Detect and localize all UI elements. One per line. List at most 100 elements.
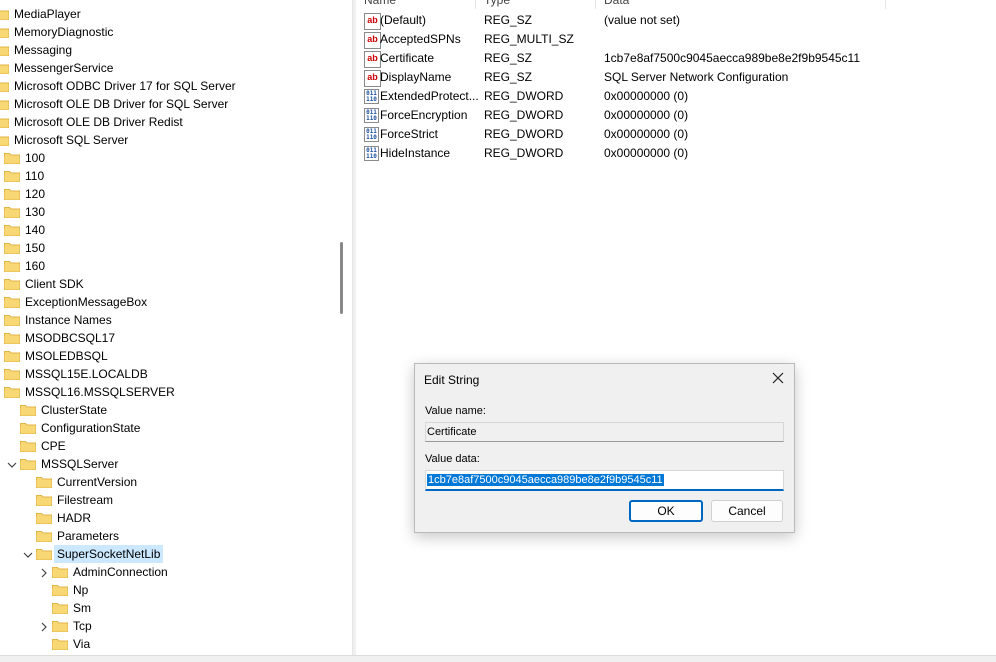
tree-item-label: 150 [25,241,46,255]
cancel-button[interactable]: Cancel [711,500,783,522]
tree-item[interactable]: HADR [0,509,340,527]
tree-item[interactable]: Via [0,635,340,653]
tree-item-label: Filestream [57,493,114,507]
column-header-name[interactable]: Name [356,0,476,9]
tree-item-label: 100 [25,151,46,165]
tree-item-label: ConfigurationState [41,421,141,435]
folder-icon [0,44,9,56]
column-header-data[interactable]: Data [596,0,886,9]
value-row[interactable]: ab AcceptedSPNs REG_MULTI_SZ [356,30,996,49]
binary-value-icon: 011 110 [364,89,379,104]
tree-item-label: 120 [25,187,46,201]
value-name: AcceptedSPNs [380,32,461,46]
dialog-title: Edit String [424,373,480,387]
tree-item-label: Client SDK [25,277,84,291]
value-data: SQL Server Network Configuration [604,70,789,84]
tree-item[interactable]: MSODBCSQL17 [0,329,340,347]
value-data-label: Value data: [425,453,480,465]
value-name: Certificate [380,51,435,65]
value-row[interactable]: 011 110 ExtendedProtect... REG_DWORD 0x00000… [356,87,996,106]
folder-icon [4,188,20,200]
folder-icon [0,80,9,92]
column-header-type[interactable]: Type [476,0,596,9]
tree-item[interactable]: 150 [0,239,340,257]
tree-item[interactable]: Instance Names [0,311,340,329]
tree-item[interactable]: AdminConnection [0,563,340,581]
tree-item-label: MSOLEDBSQL [25,349,108,363]
tree-item[interactable]: CurrentVersion [0,473,340,491]
tree-item-label: ClusterState [41,403,108,417]
registry-key-tree[interactable]: MediaPlayer MemoryDiagnostic Messaging Mess… [0,0,352,661]
chevron-right-icon[interactable] [39,620,49,632]
close-icon[interactable] [770,370,786,386]
tree-item[interactable]: SuperSocketNetLib [0,545,340,563]
value-data: 0x00000000 (0) [604,146,689,160]
value-row[interactable]: 011 110 ForceStrict REG_DWORD 0x00000000 (0) [356,125,996,144]
folder-icon [0,62,9,74]
tree-scrollbar-thumb[interactable] [340,242,343,314]
value-type: REG_SZ [484,70,533,84]
folder-icon [0,116,9,128]
tree-item[interactable]: MSOLEDBSQL [0,347,340,365]
tree-item[interactable]: MSSQL16.MSSQLSERVER [0,383,340,401]
folder-icon [4,170,20,182]
value-name: ForceStrict [380,127,439,141]
folder-icon [4,386,20,398]
tree-item[interactable]: MSSQLServer [0,455,340,473]
value-row[interactable]: 011 110 HideInstance REG_DWORD 0x00000000 (0… [356,144,996,163]
tree-item-label: Np [73,583,89,597]
string-value-icon: ab [364,70,381,87]
value-name-label: Value name: [425,405,486,417]
tree-item[interactable]: Microsoft ODBC Driver 17 for SQL Server [0,77,340,95]
tree-item[interactable]: MessengerService [0,59,340,77]
folder-icon [36,530,52,542]
tree-item[interactable]: Client SDK [0,275,340,293]
tree-item-label: MediaPlayer [14,7,81,21]
tree-item[interactable]: Parameters [0,527,340,545]
tree-item[interactable]: 100 [0,149,340,167]
value-name: ExtendedProtect... [380,89,479,103]
tree-item[interactable]: MediaPlayer [0,5,340,23]
registry-value-list[interactable]: Name Type Data ab (Default) REG_SZ (value n… [356,0,996,661]
tree-item[interactable]: 110 [0,167,340,185]
tree-item-label: HADR [57,511,92,525]
folder-icon [4,206,20,218]
tree-item-label: Via [73,637,91,651]
tree-item[interactable]: Messaging [0,41,340,59]
folder-icon [20,422,36,434]
tree-item[interactable]: ExceptionMessageBox [0,293,340,311]
chevron-down-icon[interactable] [23,548,33,560]
value-data-text: 1cb7e8af7500c9045aecca989be8e2f9b9545c11 [427,474,664,486]
tree-item[interactable]: Microsoft OLE DB Driver Redist [0,113,340,131]
ok-button[interactable]: OK [629,500,703,522]
value-row[interactable]: 011 110 ForceEncryption REG_DWORD 0x00000000… [356,106,996,125]
tree-item[interactable]: MSSQL15E.LOCALDB [0,365,340,383]
value-data-input[interactable]: 1cb7e8af7500c9045aecca989be8e2f9b9545c11 [425,470,784,491]
tree-item[interactable]: 160 [0,257,340,275]
folder-icon [4,368,20,380]
tree-item[interactable]: Tcp [0,617,340,635]
tree-item-label: Microsoft OLE DB Driver for SQL Server [14,97,229,111]
value-row[interactable]: ab DisplayName REG_SZ SQL Server Network Co… [356,68,996,87]
tree-item[interactable]: ConfigurationState [0,419,340,437]
tree-item[interactable]: Microsoft OLE DB Driver for SQL Server [0,95,340,113]
value-row[interactable]: ab Certificate REG_SZ 1cb7e8af7500c9045aecc… [356,49,996,68]
tree-item[interactable]: 120 [0,185,340,203]
tree-item[interactable]: MemoryDiagnostic [0,23,340,41]
value-row[interactable]: ab (Default) REG_SZ (value not set) [356,11,996,30]
tree-item[interactable]: CPE [0,437,340,455]
tree-item[interactable]: Filestream [0,491,340,509]
folder-icon [52,602,68,614]
tree-item[interactable]: Microsoft SQL Server [0,131,340,149]
tree-item[interactable]: Sm [0,599,340,617]
binary-value-icon: 011 110 [364,108,379,123]
tree-item[interactable]: 140 [0,221,340,239]
chevron-down-icon[interactable] [7,458,17,470]
tree-item[interactable]: Np [0,581,340,599]
value-type: REG_MULTI_SZ [484,32,574,46]
folder-icon [4,332,20,344]
chevron-right-icon[interactable] [39,566,49,578]
tree-item[interactable]: 130 [0,203,340,221]
string-value-icon: ab [364,51,381,68]
tree-item[interactable]: ClusterState [0,401,340,419]
